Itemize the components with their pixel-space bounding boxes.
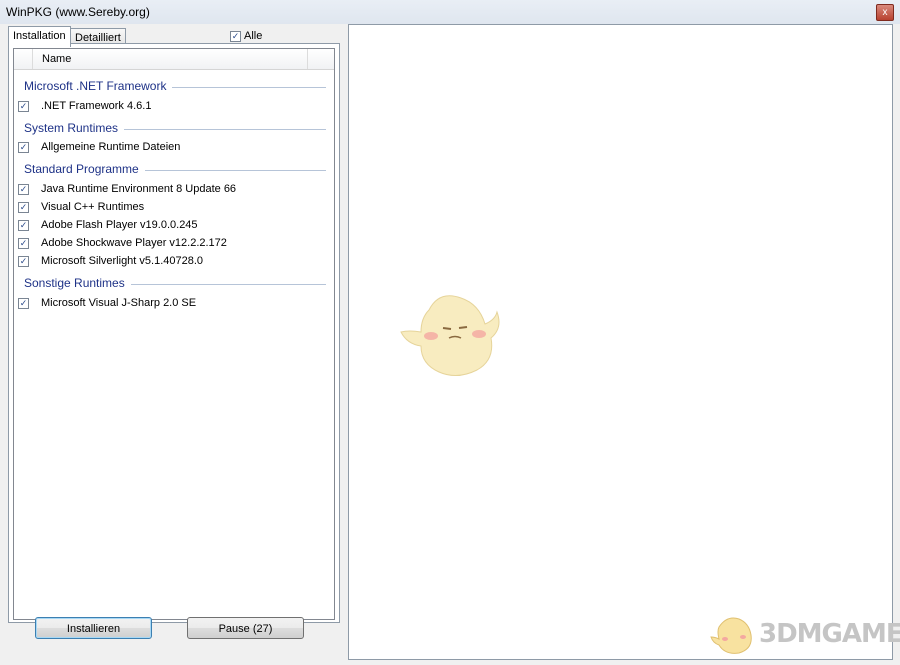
list-item[interactable]: ✓ .NET Framework 4.6.1 bbox=[18, 99, 318, 115]
column-header-name[interactable]: Name bbox=[42, 53, 71, 65]
check-icon[interactable]: ✓ bbox=[18, 202, 29, 213]
select-all-label: Alle bbox=[244, 30, 263, 42]
group-header-sonstige-runtimes[interactable]: Sonstige Runtimes bbox=[24, 276, 326, 292]
list-item-label: Java Runtime Environment 8 Update 66 bbox=[41, 183, 237, 195]
window-title: WinPKG (www.Sereby.org) bbox=[6, 5, 150, 19]
list-item-label: .NET Framework 4.6.1 bbox=[41, 100, 152, 112]
log-panel: 3DMGAME bbox=[348, 24, 900, 660]
column-header[interactable]: Name bbox=[14, 49, 334, 70]
check-icon[interactable]: ✓ bbox=[18, 101, 29, 112]
check-icon[interactable]: ✓ bbox=[18, 184, 29, 195]
list-item-label: Visual C++ Runtimes bbox=[41, 201, 145, 213]
group-header-system-runtimes[interactable]: System Runtimes bbox=[24, 121, 326, 137]
list-item[interactable]: ✓ Microsoft Visual J-Sharp 2.0 SE bbox=[18, 296, 318, 312]
group-label: Standard Programme bbox=[24, 162, 145, 176]
list-item-label: Adobe Shockwave Player v12.2.2.172 bbox=[41, 237, 227, 249]
group-header-standard-programme[interactable]: Standard Programme bbox=[24, 162, 326, 178]
watermark-text: 3DMGAME bbox=[759, 619, 900, 649]
check-icon[interactable]: ✓ bbox=[18, 238, 29, 249]
check-icon[interactable]: ✓ bbox=[18, 220, 29, 231]
tab-installation[interactable]: Installation bbox=[8, 26, 71, 47]
list-item[interactable]: ✓ Microsoft Silverlight v5.1.40728.0 bbox=[18, 254, 318, 270]
mascot-image bbox=[400, 295, 500, 376]
select-all-checkbox[interactable]: ✓ Alle bbox=[230, 29, 262, 43]
list-item-label: Microsoft Visual J-Sharp 2.0 SE bbox=[41, 297, 197, 309]
list-item[interactable]: ✓ Java Runtime Environment 8 Update 66 bbox=[18, 182, 318, 198]
list-item[interactable]: ✓ Adobe Flash Player v19.0.0.245 bbox=[18, 218, 318, 234]
group-header-dotnet[interactable]: Microsoft .NET Framework bbox=[24, 79, 326, 95]
list-item-label: Allgemeine Runtime Dateien bbox=[41, 141, 181, 153]
group-label: Sonstige Runtimes bbox=[24, 276, 131, 290]
close-button[interactable]: x bbox=[876, 4, 894, 21]
list-item[interactable]: ✓ Adobe Shockwave Player v12.2.2.172 bbox=[18, 236, 318, 252]
check-icon[interactable]: ✓ bbox=[18, 256, 29, 267]
window-client-area: Installation Detailliert ✓ Alle Name Mic… bbox=[0, 24, 900, 665]
check-icon: ✓ bbox=[230, 30, 241, 42]
list-item[interactable]: ✓ Visual C++ Runtimes bbox=[18, 200, 318, 216]
check-icon[interactable]: ✓ bbox=[18, 142, 29, 153]
installation-tab-panel: Name Microsoft .NET Framework ✓ .NET Fra… bbox=[8, 43, 340, 623]
column-divider bbox=[32, 49, 33, 69]
group-label: System Runtimes bbox=[24, 121, 125, 135]
watermark-mascot-icon bbox=[710, 617, 752, 654]
check-icon[interactable]: ✓ bbox=[18, 298, 29, 309]
install-button[interactable]: Installieren bbox=[35, 617, 152, 639]
package-list[interactable]: Name Microsoft .NET Framework ✓ .NET Fra… bbox=[13, 48, 335, 620]
column-divider bbox=[307, 49, 308, 69]
list-item-label: Microsoft Silverlight v5.1.40728.0 bbox=[41, 255, 204, 267]
watermark: 3DMGAME bbox=[709, 613, 900, 657]
pause-button[interactable]: Pause (27) bbox=[187, 617, 304, 639]
list-item-label: Adobe Flash Player v19.0.0.245 bbox=[41, 219, 198, 231]
title-bar: WinPKG (www.Sereby.org) x bbox=[0, 0, 900, 25]
list-item[interactable]: ✓ Allgemeine Runtime Dateien bbox=[18, 140, 318, 156]
group-label: Microsoft .NET Framework bbox=[24, 79, 173, 93]
